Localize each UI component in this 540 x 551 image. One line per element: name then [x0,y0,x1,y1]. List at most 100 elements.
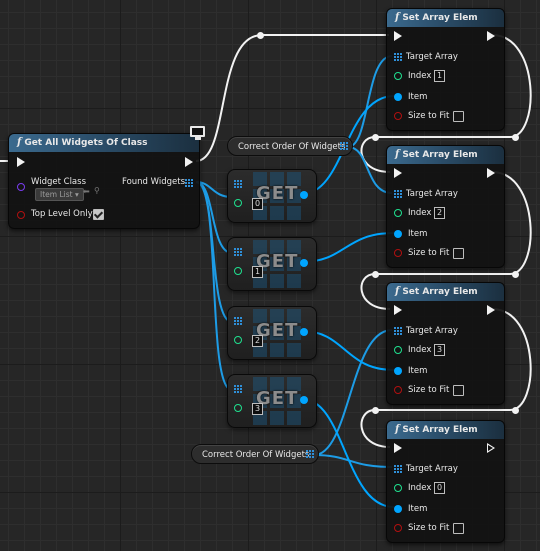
array-wire [313,329,393,456]
found-widgets-label: Found Widgets [122,177,186,187]
set-array-elem-node[interactable]: f Set Array Elem Target Array Index 2 Ite… [386,145,505,268]
variable-array-pin[interactable] [340,142,348,150]
array-input-pin[interactable] [234,180,242,188]
node-header: f Set Array Elem [387,421,504,439]
exec-reroute-knot[interactable] [372,271,379,278]
function-icon: f [395,424,400,435]
exec-in-pin[interactable] [394,443,402,453]
exec-in-pin[interactable] [17,157,25,167]
found-widgets-pin[interactable] [185,179,193,187]
index-value-box[interactable]: 2 [252,335,263,347]
top-level-only-label: Top Level Only [31,209,93,219]
index-pin[interactable] [394,346,402,354]
target-array-label: Target Array [406,326,458,336]
size-to-fit-pin[interactable] [394,386,402,394]
output-object-pin[interactable] [300,396,308,404]
index-pin[interactable] [394,209,402,217]
size-to-fit-pin[interactable] [394,112,402,120]
index-value-box[interactable]: 0 [252,198,263,210]
output-object-pin[interactable] [300,328,308,336]
node-header: f Set Array Elem [387,146,504,164]
index-value-box[interactable]: 1 [252,266,263,278]
array-get-node[interactable]: GET 1 [227,237,317,291]
index-pin[interactable] [234,267,242,275]
index-pin[interactable] [234,404,242,412]
widget-class-value: Item List [40,190,73,199]
output-object-pin[interactable] [300,259,308,267]
variable-array-pin[interactable] [306,450,314,458]
widget-class-pin[interactable] [17,183,25,191]
array-input-pin[interactable] [234,317,242,325]
exec-out-pin[interactable] [487,31,495,41]
index-label: Index [408,208,432,218]
set-array-elem-node[interactable]: f Set Array Elem Target Array Index 1 Ite… [386,8,505,131]
exec-out-pin[interactable] [185,157,193,167]
array-get-node[interactable]: GET 3 [227,374,317,428]
index-value-box[interactable]: 1 [434,70,445,82]
variable-label: Correct Order Of Widgets [238,142,346,152]
node-title: Set Array Elem [402,150,478,160]
item-pin[interactable] [394,93,402,101]
top-level-only-pin[interactable] [17,211,25,219]
target-array-pin[interactable] [394,327,402,335]
browse-search-icon[interactable]: ⚲ [94,186,100,195]
size-to-fit-checkbox[interactable] [453,111,464,122]
correct-order-variable-node[interactable]: Correct Order Of Widgets [191,444,319,464]
size-to-fit-label: Size to Fit [408,523,450,533]
exec-in-pin[interactable] [394,305,402,315]
use-selected-arrow-icon[interactable]: ⬅ [83,187,90,196]
index-pin[interactable] [394,72,402,80]
target-array-label: Target Array [406,189,458,199]
target-array-label: Target Array [406,464,458,474]
exec-reroute-knot[interactable] [512,271,519,278]
item-pin[interactable] [394,367,402,375]
target-array-pin[interactable] [394,53,402,61]
monitor-stand [195,137,201,140]
exec-reroute-knot[interactable] [257,32,264,39]
exec-out-pin-hollow [488,445,493,451]
index-value-box[interactable]: 2 [434,207,445,219]
correct-order-variable-node[interactable]: Correct Order Of Widgets [227,136,353,156]
exec-reroute-knot[interactable] [372,407,379,414]
item-pin[interactable] [394,230,402,238]
index-value-box[interactable]: 0 [434,482,445,494]
item-label: Item [408,92,428,102]
size-to-fit-label: Size to Fit [408,385,450,395]
size-to-fit-checkbox[interactable] [453,523,464,534]
target-array-pin[interactable] [394,465,402,473]
exec-out-pin[interactable] [487,305,495,315]
exec-reroute-knot[interactable] [512,134,519,141]
array-input-pin[interactable] [234,248,242,256]
item-label: Item [408,229,428,239]
size-to-fit-checkbox[interactable] [453,248,464,259]
exec-reroute-knot[interactable] [372,134,379,141]
widget-class-dropdown[interactable]: Item List ▾ [35,188,84,201]
node-title: Set Array Elem [402,287,478,297]
set-array-elem-node[interactable]: f Set Array Elem Target Array Index 0 Ite… [386,420,505,543]
array-get-node[interactable]: GET 2 [227,306,317,360]
index-pin[interactable] [234,199,242,207]
size-to-fit-pin[interactable] [394,249,402,257]
index-value-box[interactable]: 3 [252,403,263,415]
get-all-widgets-node[interactable]: f Get All Widgets Of Class Widget Class I… [8,133,200,229]
output-object-pin[interactable] [300,191,308,199]
array-get-node[interactable]: GET 0 [227,169,317,223]
exec-out-pin[interactable] [487,168,495,178]
exec-in-pin[interactable] [394,168,402,178]
exec-out-pin-unconnected[interactable] [487,443,495,453]
size-to-fit-pin[interactable] [394,524,402,532]
array-input-pin[interactable] [234,385,242,393]
exec-reroute-knot[interactable] [512,407,519,414]
set-array-elem-node[interactable]: f Set Array Elem Target Array Index 3 Ite… [386,282,505,405]
index-value-box[interactable]: 3 [434,344,445,356]
function-icon: f [395,149,400,160]
index-pin[interactable] [394,484,402,492]
index-pin[interactable] [234,336,242,344]
item-label: Item [408,366,428,376]
node-header: f Set Array Elem [387,283,504,301]
target-array-pin[interactable] [394,190,402,198]
exec-in-pin[interactable] [394,31,402,41]
size-to-fit-checkbox[interactable] [453,385,464,396]
item-pin[interactable] [394,505,402,513]
top-level-only-checkbox[interactable] [93,209,104,220]
